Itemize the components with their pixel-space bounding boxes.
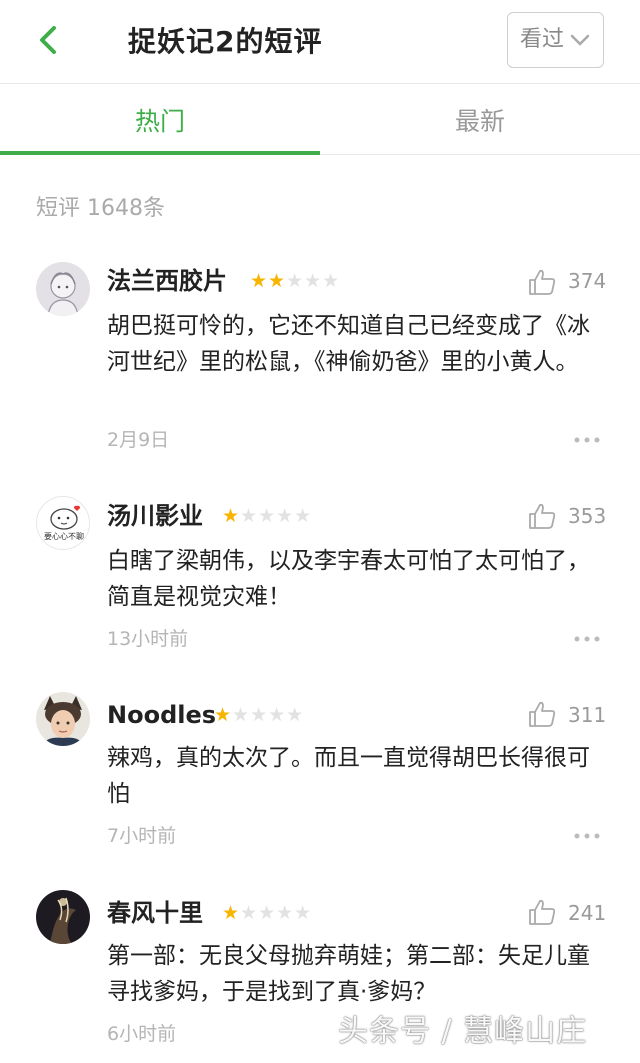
comment-text: 辣鸡，真的太次了。而且一直觉得胡巴长得很可怕 (107, 745, 590, 807)
watermark: 头条号 / 慧峰山庄 (338, 1014, 588, 1049)
chevron-down-icon (570, 34, 590, 46)
thumbs-up-icon[interactable] (527, 501, 557, 531)
username[interactable]: 法兰西胶片 (107, 264, 227, 298)
tab-latest[interactable]: 最新 (320, 85, 640, 155)
comment-date: 7小时前 (107, 825, 177, 847)
review-count: 短评 1648条 (36, 196, 165, 221)
watched-dropdown[interactable]: 看过 (507, 12, 604, 68)
thumbs-up-icon[interactable] (527, 699, 557, 729)
like-count: 353 (568, 504, 607, 528)
comment-date: 13小时前 (107, 628, 189, 650)
back-arrow-icon[interactable] (30, 20, 70, 60)
rating-stars: ★★★★★ (250, 270, 341, 292)
active-tab-indicator (0, 151, 320, 155)
more-options-icon[interactable] (573, 831, 601, 841)
comment-date: 2月9日 (107, 429, 170, 451)
watched-label: 看过 (520, 27, 565, 52)
username[interactable]: 汤川影业 (107, 499, 203, 533)
username[interactable]: 春风十里 (107, 896, 203, 930)
comment-text: 白瞎了梁朝伟，以及李宇春太可怕了太可怕了，简直是视觉灾难！ (107, 548, 590, 610)
rating-stars: ★★★★★ (222, 505, 313, 527)
more-options-icon[interactable] (573, 435, 601, 445)
thumbs-up-icon[interactable] (527, 267, 557, 297)
top-bar: 捉妖记2的短评 看过 (0, 0, 640, 84)
comment-text: 第一部：无良父母抛弃萌娃；第二部：失足儿童寻找爹妈，于是找到了真·爹妈？ (107, 943, 590, 1005)
page-title: 捉妖记2的短评 (128, 25, 323, 58)
like-count: 374 (568, 269, 607, 293)
comment-text: 胡巴挺可怜的，它还不知道自己已经变成了《冰河世纪》里的松鼠，《神偷奶爸》里的小黄… (107, 313, 590, 375)
rating-stars: ★★★★★ (222, 902, 313, 924)
like-count: 311 (568, 703, 607, 727)
avatar[interactable] (36, 262, 90, 316)
tab-bar: 热门 最新 (0, 85, 640, 155)
avatar-caption: 要心心不聊 (44, 532, 84, 541)
username[interactable]: Noodles (107, 698, 216, 732)
comment-date: 6小时前 (107, 1023, 177, 1045)
thumbs-up-icon[interactable] (527, 897, 557, 927)
like-count: 241 (568, 901, 607, 925)
more-options-icon[interactable] (573, 634, 601, 644)
rating-stars: ★★★★★ (214, 704, 305, 726)
avatar[interactable]: 要心心不聊 (36, 496, 90, 550)
avatar[interactable] (36, 890, 90, 944)
avatar[interactable] (36, 692, 90, 746)
tab-hot[interactable]: 热门 (0, 85, 320, 155)
